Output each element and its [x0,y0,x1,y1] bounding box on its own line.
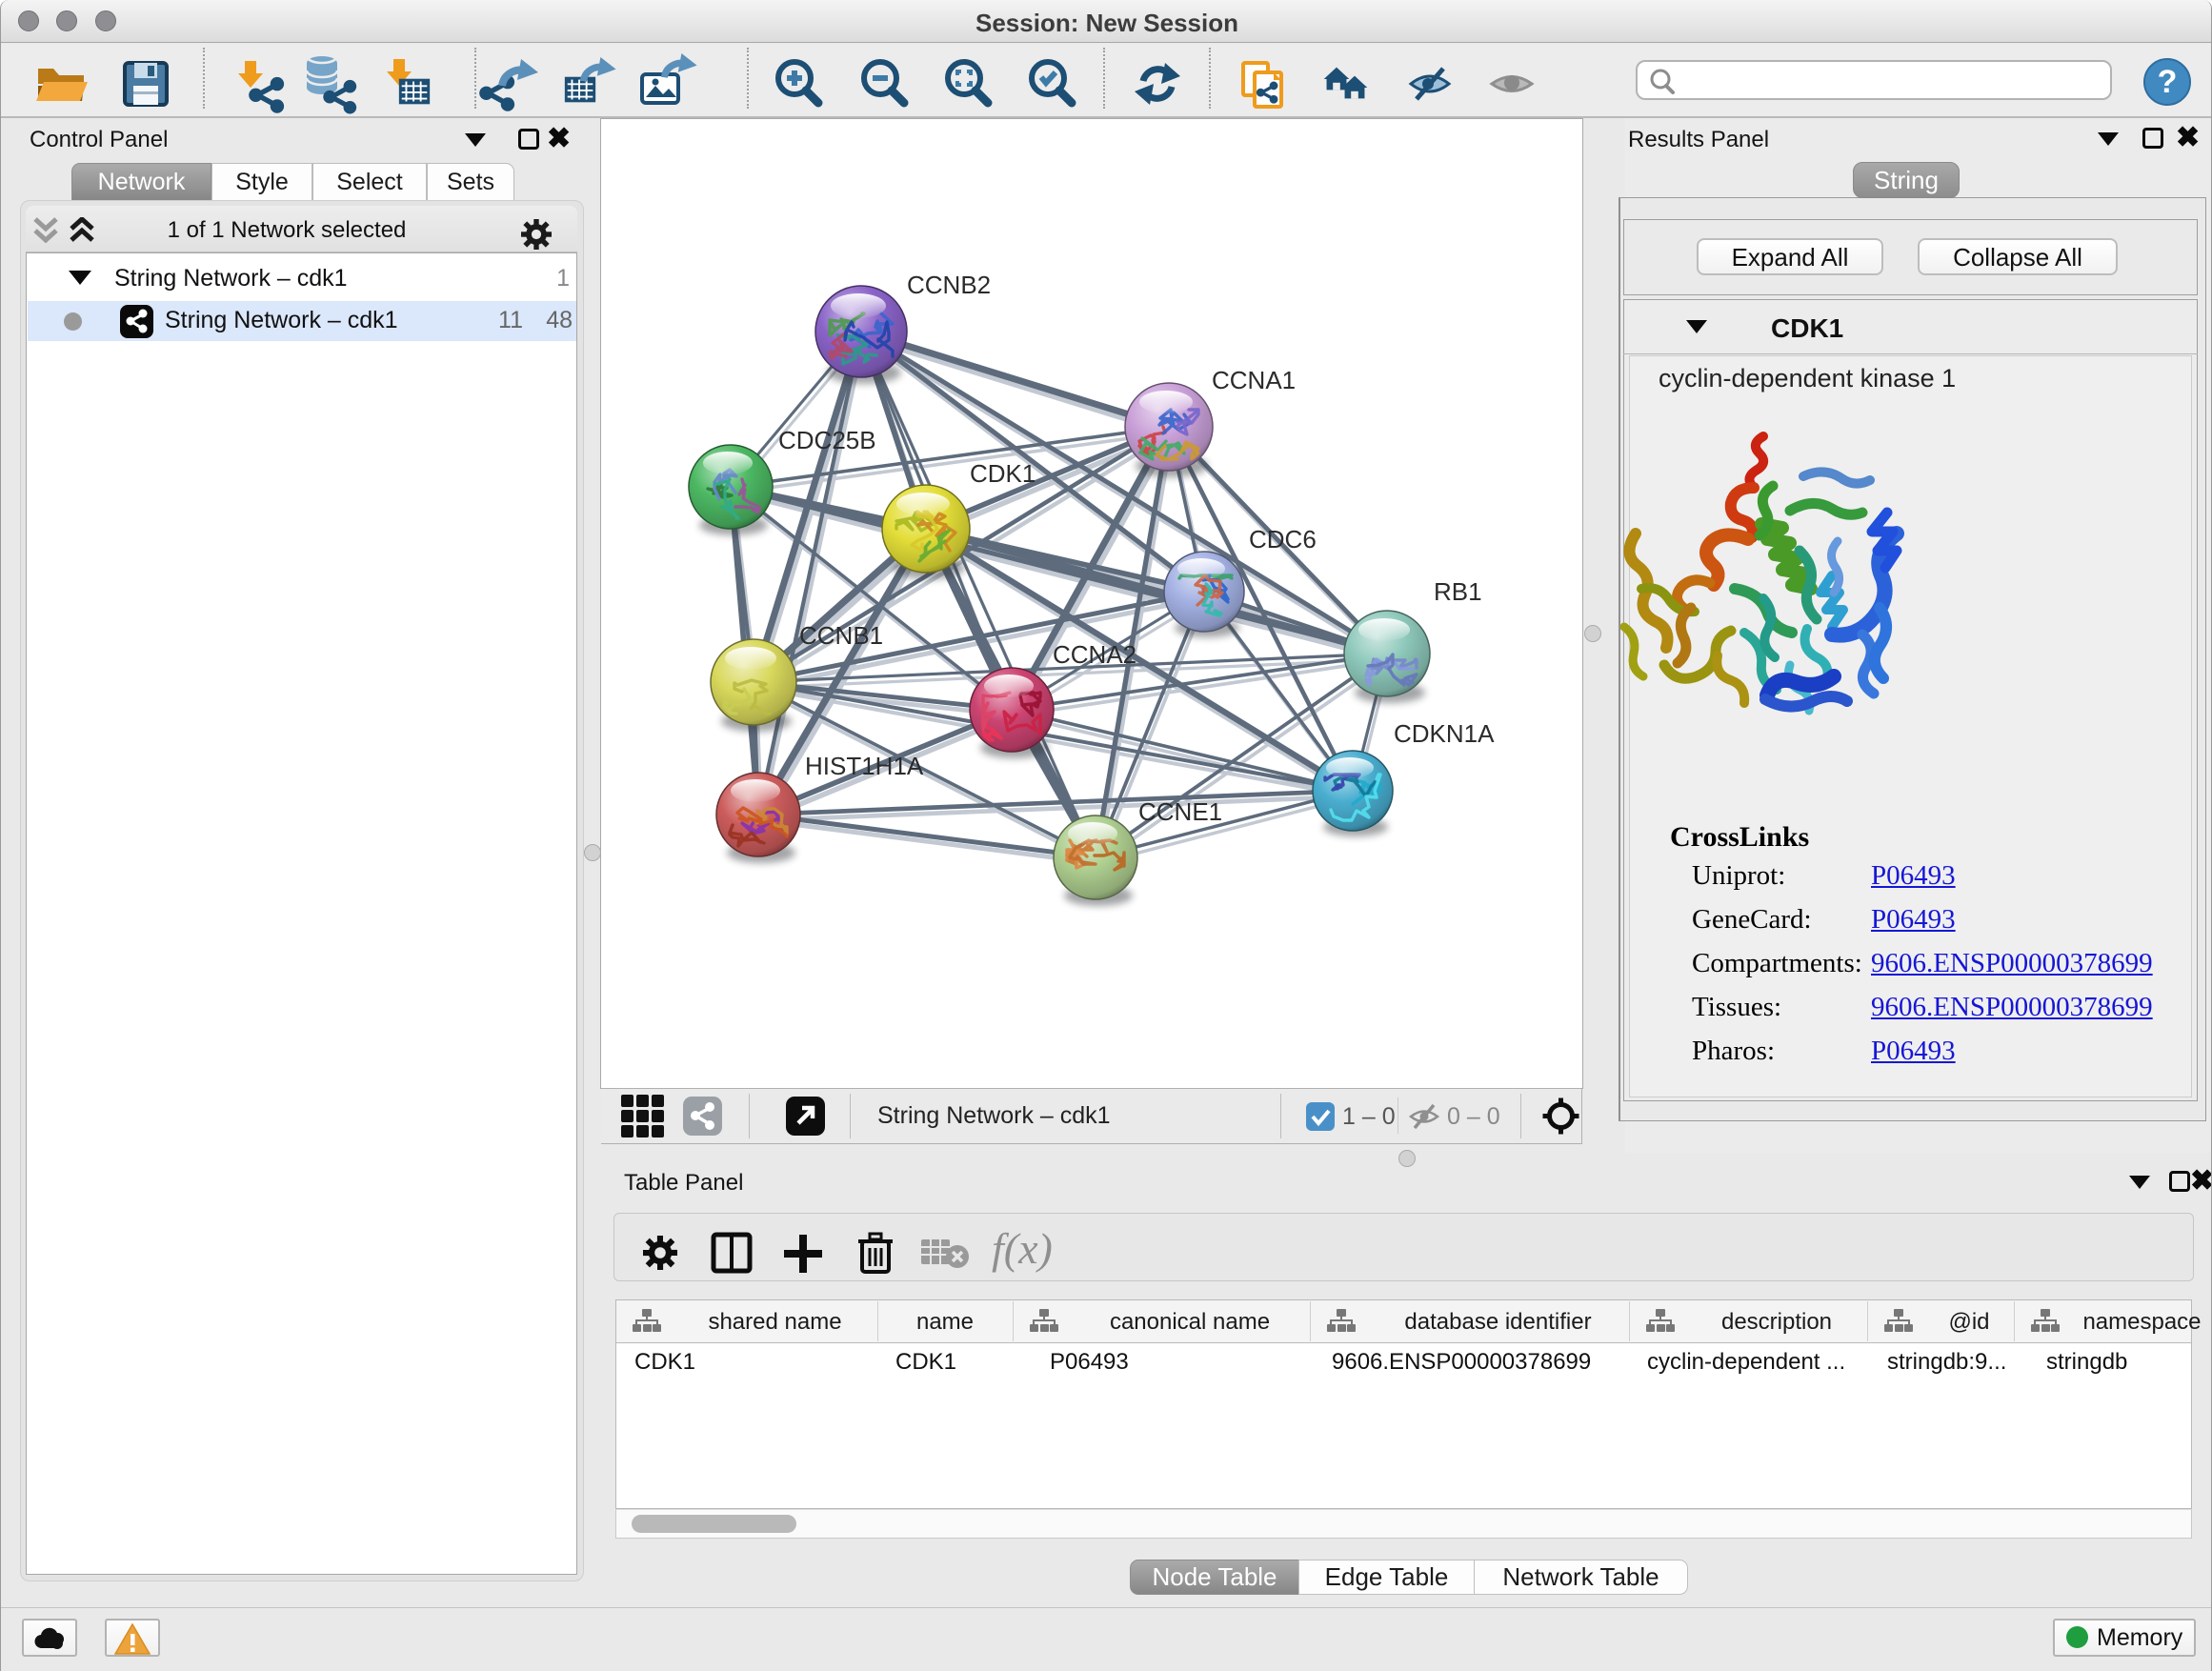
svg-text:CCNA1: CCNA1 [1212,366,1296,394]
svg-text:CDC6: CDC6 [1249,525,1317,554]
svg-text:CCNB2: CCNB2 [907,271,991,299]
svg-text:?: ? [2158,64,2178,100]
svg-text:CDKN1A: CDKN1A [1394,719,1495,748]
svg-text:RB1: RB1 [1434,577,1482,606]
svg-text:HIST1H1A: HIST1H1A [805,752,924,780]
svg-text:CCNB1: CCNB1 [799,621,883,650]
svg-text:CDC25B: CDC25B [778,426,876,454]
svg-text:CCNA2: CCNA2 [1053,640,1136,669]
svg-text:CCNE1: CCNE1 [1138,797,1222,826]
svg-text:CDK1: CDK1 [970,459,1036,488]
